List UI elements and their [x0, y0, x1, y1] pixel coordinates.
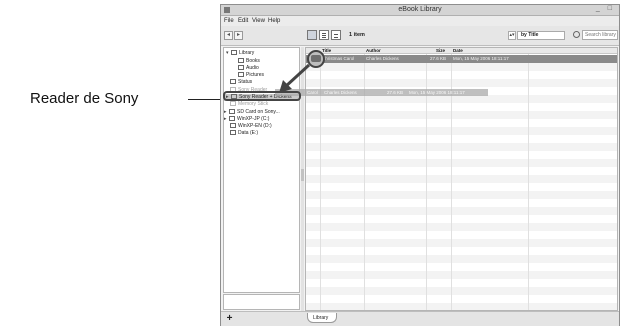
search-icon [573, 31, 580, 38]
drive-icon [229, 116, 235, 122]
tree-item-drive-c[interactable]: ▸ WinXP-JP (C:) [224, 116, 269, 123]
add-button[interactable]: + [225, 314, 234, 324]
tree-item-label: Status [238, 79, 253, 85]
column-header-date[interactable]: Date [453, 48, 463, 54]
back-button[interactable]: ◂ [224, 31, 233, 40]
tree-item-label: Memory Stick [238, 101, 269, 107]
drive-icon [230, 130, 236, 136]
book-icon [238, 58, 244, 64]
ghost-size: 27.6 KB [387, 90, 404, 95]
thumbnail-view-button[interactable] [307, 30, 317, 40]
app-window: eBook Library _ □ File Edit View Help ◂ … [220, 4, 620, 326]
tree-item-drive-d[interactable]: WinXP-EN (D:) [230, 123, 272, 130]
row-date: Mon, 15 May 2006 18:11:17 [453, 56, 509, 61]
row-size: 27.6 KB [430, 56, 447, 61]
tree-item-drive-e[interactable]: Data (E:) [230, 130, 258, 137]
tree-item-sd-card[interactable]: ▸ SD Card on Sony... [224, 109, 280, 116]
sort-direction-button[interactable]: ▴▾ [508, 31, 516, 40]
ghost-date: Mon, 15 May 2006 18:11:17 [409, 90, 465, 95]
forward-button[interactable]: ▸ [234, 31, 243, 40]
status-bar: + Library [221, 311, 619, 326]
sd-card-icon [229, 109, 235, 115]
menu-help[interactable]: Help [268, 18, 280, 24]
status-icon [230, 79, 236, 85]
drive-icon [230, 123, 236, 129]
tree-item-label: Pictures [246, 72, 265, 78]
list-view-button[interactable] [319, 30, 329, 40]
ghost-author: Charles Dickens [324, 90, 357, 95]
callout-label: Reader de Sony [30, 90, 139, 107]
title-bar[interactable]: eBook Library _ □ [221, 5, 619, 16]
tree-item-label: Library [239, 50, 255, 56]
tree-item-label: Data (E:) [238, 130, 259, 136]
tab-library[interactable]: Library [307, 313, 338, 323]
tree-item-label: Books [246, 58, 260, 64]
tree-item-label: Audio [246, 65, 259, 71]
sidebar-info-panel [223, 294, 300, 310]
tree-item-books[interactable]: Books [238, 58, 260, 65]
memory-stick-icon [230, 101, 236, 107]
items-count: 1 item [349, 32, 365, 38]
row-title: Christmas Carol [322, 56, 355, 61]
column-header-author[interactable]: Author [366, 48, 381, 54]
window-title: eBook Library [398, 6, 442, 13]
music-note-icon [238, 65, 244, 71]
tree-item-pictures[interactable]: Pictures [238, 72, 264, 79]
tree-item-status[interactable]: Status [230, 79, 252, 86]
tree-item-label: SD Card on Sony... [237, 109, 280, 115]
book-thumbnail-icon [311, 55, 321, 62]
tree-item-label: WinXP-JP (C:) [237, 116, 270, 122]
drag-arrow-icon [279, 63, 311, 93]
window-controls[interactable]: _ □ [596, 5, 615, 12]
book-list: Title Author Size Date Christmas Carol C… [305, 47, 618, 311]
library-icon [231, 50, 237, 56]
menu-edit[interactable]: Edit [238, 18, 248, 24]
row-author: Charles Dickens [366, 56, 399, 61]
menu-file[interactable]: File [224, 18, 234, 24]
toolbar: ◂ ▸ 1 item ▴▾ by Title [221, 26, 619, 46]
tree-item-memory-stick[interactable]: Memory Stick [230, 101, 268, 108]
menu-bar: File Edit View Help [221, 16, 619, 26]
search-input[interactable] [582, 30, 618, 40]
tree-item-audio[interactable]: Audio [238, 65, 259, 72]
tree-item-label: WinXP-EN (D:) [238, 123, 272, 129]
menu-view[interactable]: View [252, 18, 265, 24]
sort-select[interactable]: by Title [517, 31, 565, 40]
picture-icon [238, 72, 244, 78]
page: Reader de Sony eBook Library _ □ File Ed… [0, 0, 624, 330]
detail-view-button[interactable] [331, 30, 341, 40]
splitter-grip[interactable] [301, 169, 304, 181]
column-header-size[interactable]: Size [436, 48, 445, 54]
tree-item-library[interactable]: ▾ Library [226, 50, 254, 57]
